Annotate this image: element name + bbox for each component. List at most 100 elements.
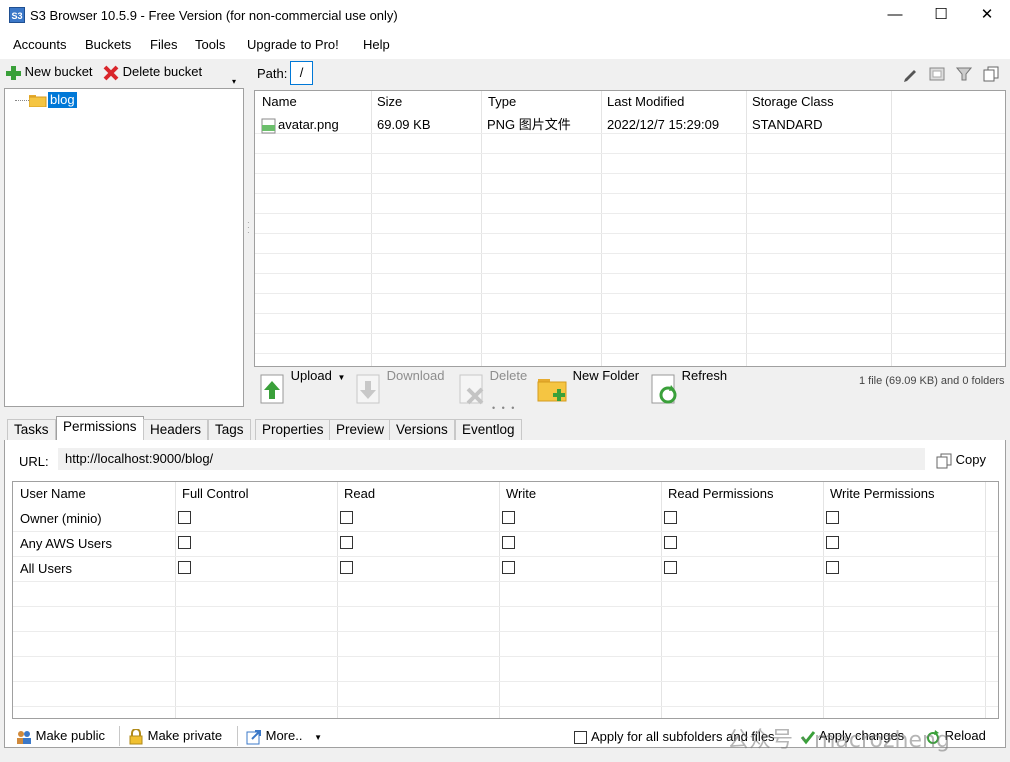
checkbox-full-control[interactable]	[178, 561, 191, 574]
file-size: 69.09 KB	[377, 117, 431, 132]
tab-eventlog[interactable]: Eventlog	[455, 419, 522, 440]
col-header-modified[interactable]: Last Modified	[600, 91, 745, 113]
col-header-type[interactable]: Type	[481, 91, 601, 113]
row-line	[13, 656, 998, 657]
table-row[interactable]: Any AWS Users	[13, 533, 998, 557]
make-private-button[interactable]: Make private	[128, 728, 222, 745]
row-line	[255, 313, 1005, 314]
checkbox-read-permissions[interactable]	[664, 536, 677, 549]
refresh-button[interactable]: Refresh	[650, 368, 727, 405]
copy-url-button[interactable]: Copy	[936, 452, 986, 469]
table-row[interactable]: Owner (minio)	[13, 508, 998, 532]
perm-header-write[interactable]: Write	[499, 483, 659, 505]
perm-user: Owner (minio)	[20, 511, 102, 526]
checkbox-read-permissions[interactable]	[664, 511, 677, 524]
horizontal-splitter[interactable]: • • •	[492, 403, 516, 413]
row-line	[255, 153, 1005, 154]
perm-user: All Users	[20, 561, 73, 576]
perm-header-user[interactable]: User Name	[13, 483, 173, 505]
lock-icon	[129, 728, 143, 745]
close-button[interactable]: ✕	[964, 0, 1010, 30]
menu-help[interactable]: Help	[363, 37, 390, 52]
row-line	[255, 353, 1005, 354]
separator	[119, 726, 120, 746]
maximize-button[interactable]: ☐	[918, 0, 964, 30]
row-line	[255, 173, 1005, 174]
window-icon[interactable]	[929, 66, 945, 82]
vertical-splitter[interactable]: · · ·	[247, 219, 250, 237]
copy-icon	[936, 453, 952, 469]
file-type: PNG 图片文件	[487, 117, 571, 132]
new-folder-label: New Folder	[572, 368, 640, 384]
checkbox-write[interactable]	[502, 511, 515, 524]
tab-versions[interactable]: Versions	[389, 419, 455, 440]
tab-tags[interactable]: Tags	[208, 419, 251, 440]
delete-file-label: Delete	[489, 368, 528, 384]
window-title: S3 Browser 10.5.9 - Free Version (for no…	[30, 8, 398, 23]
col-header-size[interactable]: Size	[370, 91, 481, 113]
tree-item-blog[interactable]: blog	[48, 92, 77, 108]
row-line	[13, 631, 998, 632]
apply-all-checkbox[interactable]	[574, 731, 587, 744]
png-file-icon	[261, 118, 276, 134]
upload-dropdown-icon[interactable]: ▼	[337, 373, 345, 382]
checkbox-read[interactable]	[340, 561, 353, 574]
path-input[interactable]: /	[290, 61, 313, 85]
col-header-storage[interactable]: Storage Class	[745, 91, 890, 113]
table-row[interactable]: All Users	[13, 558, 998, 582]
url-field[interactable]: http://localhost:9000/blog/	[58, 448, 925, 470]
tab-preview[interactable]: Preview	[329, 419, 392, 440]
copy-panel-icon[interactable]	[983, 66, 999, 82]
menu-accounts[interactable]: Accounts	[13, 37, 66, 52]
checkbox-write[interactable]	[502, 561, 515, 574]
perm-header-read-permissions[interactable]: Read Permissions	[661, 483, 821, 505]
table-row[interactable]: avatar.png 69.09 KB PNG 图片文件 2022/12/7 1…	[255, 115, 1005, 135]
filter-icon[interactable]	[956, 66, 972, 82]
checkbox-read-permissions[interactable]	[664, 561, 677, 574]
delete-bucket-button[interactable]: Delete bucket	[103, 64, 202, 81]
col-header-name[interactable]: Name	[255, 91, 372, 113]
checkbox-write-permissions[interactable]	[826, 511, 839, 524]
delete-x-icon	[103, 65, 119, 80]
download-label: Download	[386, 368, 445, 384]
upload-button[interactable]: Upload ▼	[259, 368, 345, 405]
more-button[interactable]: More.. ▼	[246, 728, 322, 745]
menu-upgrade[interactable]: Upgrade to Pro!	[247, 37, 339, 52]
file-storage-class: STANDARD	[752, 117, 823, 132]
more-dropdown-icon[interactable]: ▼	[314, 733, 322, 742]
checkbox-write-permissions[interactable]	[826, 536, 839, 549]
new-folder-icon	[537, 379, 567, 402]
tab-tasks[interactable]: Tasks	[7, 419, 56, 440]
title-bar: S3 S3 Browser 10.5.9 - Free Version (for…	[0, 0, 1010, 31]
toolbar-overflow-icon[interactable]: ▾	[232, 77, 236, 86]
file-list[interactable]: Name Size Type Last Modified Storage Cla…	[254, 90, 1006, 367]
tab-headers[interactable]: Headers	[143, 419, 209, 440]
new-folder-button[interactable]: New Folder	[537, 368, 639, 405]
make-public-label: Make public	[35, 728, 105, 743]
minimize-button[interactable]: —	[872, 0, 918, 30]
permissions-table[interactable]: User Name Full Control Read Write Read P…	[12, 481, 999, 719]
file-name: avatar.png	[278, 117, 339, 132]
checkbox-write[interactable]	[502, 536, 515, 549]
new-bucket-button[interactable]: New bucket	[5, 64, 93, 81]
menu-files[interactable]: Files	[150, 37, 177, 52]
perm-header-read[interactable]: Read	[337, 483, 497, 505]
checkbox-full-control[interactable]	[178, 511, 191, 524]
perm-header-write-permissions[interactable]: Write Permissions	[823, 483, 983, 505]
checkbox-read[interactable]	[340, 511, 353, 524]
menu-buckets[interactable]: Buckets	[85, 37, 131, 52]
perm-header-full-control[interactable]: Full Control	[175, 483, 335, 505]
refresh-icon	[651, 374, 677, 404]
more-label: More..	[265, 728, 303, 743]
checkbox-write-permissions[interactable]	[826, 561, 839, 574]
menu-tools[interactable]: Tools	[195, 37, 225, 52]
row-line	[255, 273, 1005, 274]
checkbox-read[interactable]	[340, 536, 353, 549]
pencil-icon[interactable]	[902, 66, 918, 82]
bucket-tree[interactable]: blog	[4, 88, 244, 407]
make-public-button[interactable]: Make public	[16, 728, 105, 745]
tab-properties[interactable]: Properties	[255, 419, 331, 440]
checkbox-full-control[interactable]	[178, 536, 191, 549]
tab-permissions[interactable]: Permissions	[56, 416, 144, 441]
row-line	[255, 213, 1005, 214]
